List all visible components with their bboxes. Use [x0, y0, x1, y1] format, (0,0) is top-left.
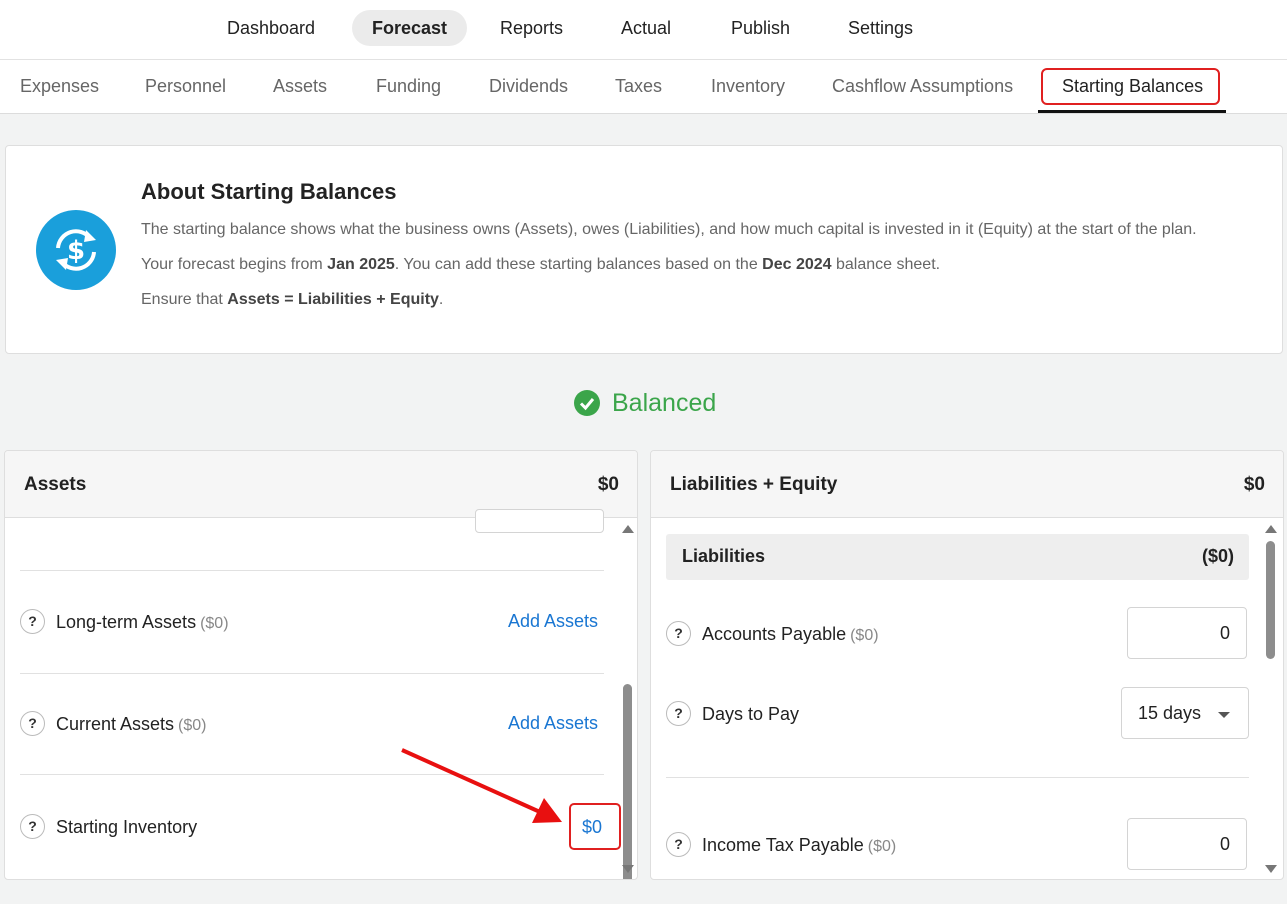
forecast-subnav: Expenses Personnel Assets Funding Divide… — [0, 60, 1287, 114]
assets-panel-title: Assets — [24, 474, 87, 495]
liabilities-section-title: Liabilities — [682, 546, 766, 566]
help-icon[interactable]: ? — [20, 814, 45, 839]
tab-taxes[interactable]: Taxes — [615, 76, 662, 97]
active-tab-underline — [1038, 110, 1226, 113]
balance-status: Balanced — [574, 388, 716, 418]
divider — [666, 777, 1249, 778]
about-description: The starting balance shows what the busi… — [141, 221, 1197, 238]
divider — [20, 570, 604, 571]
liabilities-panel-title: Liabilities + Equity — [670, 474, 838, 495]
nav-actual[interactable]: Actual — [601, 10, 691, 46]
assets-panel-header: Assets $0 — [5, 451, 637, 518]
svg-text:$: $ — [67, 236, 85, 266]
current-assets-label: Current Assets ($0) — [56, 714, 207, 734]
about-card: $ About Starting Balances The starting b… — [5, 145, 1283, 354]
nav-forecast[interactable]: Forecast — [352, 10, 468, 46]
tab-inventory[interactable]: Inventory — [711, 76, 785, 97]
partial-input-field[interactable] — [475, 509, 604, 533]
tab-funding[interactable]: Funding — [376, 76, 441, 97]
scroll-up-icon[interactable] — [1265, 525, 1277, 533]
assets-panel-total: $0 — [597, 474, 619, 495]
help-icon[interactable]: ? — [666, 832, 691, 857]
add-long-term-assets-button[interactable]: Add Assets — [508, 611, 598, 632]
tab-starting-balances[interactable]: Starting Balances — [1062, 76, 1203, 97]
liabilities-panel-total: $0 — [1243, 474, 1265, 495]
liabilities-panel-header: Liabilities + Equity $0 — [651, 451, 1283, 518]
liabilities-scrollbar[interactable] — [1265, 519, 1277, 879]
top-navigation: Dashboard Forecast Reports Actual Publis… — [0, 0, 1287, 60]
accounts-payable-label: Accounts Payable ($0) — [702, 624, 879, 644]
scroll-thumb[interactable] — [1266, 541, 1275, 659]
about-title: About Starting Balances — [141, 179, 397, 204]
liabilities-section-total: ($0) — [1201, 546, 1234, 566]
tab-cashflow-assumptions[interactable]: Cashflow Assumptions — [832, 76, 1013, 97]
tab-assets[interactable]: Assets — [273, 76, 327, 97]
help-icon[interactable]: ? — [20, 711, 45, 736]
currency-sync-icon: $ — [36, 210, 116, 290]
chevron-down-icon — [1218, 712, 1230, 718]
nav-dashboard[interactable]: Dashboard — [207, 10, 335, 46]
divider — [20, 774, 604, 775]
about-equation: Ensure that Assets = Liabilities + Equit… — [141, 291, 444, 308]
liabilities-equity-panel: Liabilities + Equity $0 Liabilities ($0)… — [650, 450, 1284, 880]
nav-publish[interactable]: Publish — [711, 10, 810, 46]
nav-reports[interactable]: Reports — [480, 10, 583, 46]
assets-scrollbar[interactable] — [622, 519, 634, 879]
scroll-up-icon[interactable] — [622, 525, 634, 533]
assets-panel: Assets $0 ? Long-term Assets ($0) Add Ass… — [4, 450, 638, 880]
starting-inventory-value-link[interactable]: $0 — [582, 817, 602, 838]
income-tax-payable-label: Income Tax Payable ($0) — [702, 835, 897, 855]
scroll-down-icon[interactable] — [622, 865, 634, 873]
days-to-pay-select[interactable]: 15 days — [1121, 687, 1249, 739]
days-to-pay-label: Days to Pay — [702, 704, 800, 724]
check-circle-icon — [574, 390, 600, 416]
income-tax-payable-input[interactable]: 0 — [1127, 818, 1247, 870]
scroll-thumb[interactable] — [623, 684, 632, 879]
help-icon[interactable]: ? — [666, 621, 691, 646]
add-current-assets-button[interactable]: Add Assets — [508, 713, 598, 734]
accounts-payable-input[interactable]: 0 — [1127, 607, 1247, 659]
balance-status-label: Balanced — [612, 388, 717, 417]
days-to-pay-value: 15 days — [1138, 703, 1202, 723]
long-term-assets-label: Long-term Assets ($0) — [56, 612, 229, 632]
tab-personnel[interactable]: Personnel — [145, 76, 226, 97]
scroll-down-icon[interactable] — [1265, 865, 1277, 873]
help-icon[interactable]: ? — [20, 609, 45, 634]
help-icon[interactable]: ? — [666, 701, 691, 726]
about-forecast-start: Your forecast begins from Jan 2025. You … — [141, 256, 941, 273]
tab-expenses[interactable]: Expenses — [20, 76, 99, 97]
starting-inventory-label: Starting Inventory — [56, 817, 198, 837]
tab-dividends[interactable]: Dividends — [489, 76, 568, 97]
liabilities-section-header: Liabilities ($0) — [666, 534, 1249, 580]
divider — [20, 673, 604, 674]
nav-settings[interactable]: Settings — [828, 10, 933, 46]
